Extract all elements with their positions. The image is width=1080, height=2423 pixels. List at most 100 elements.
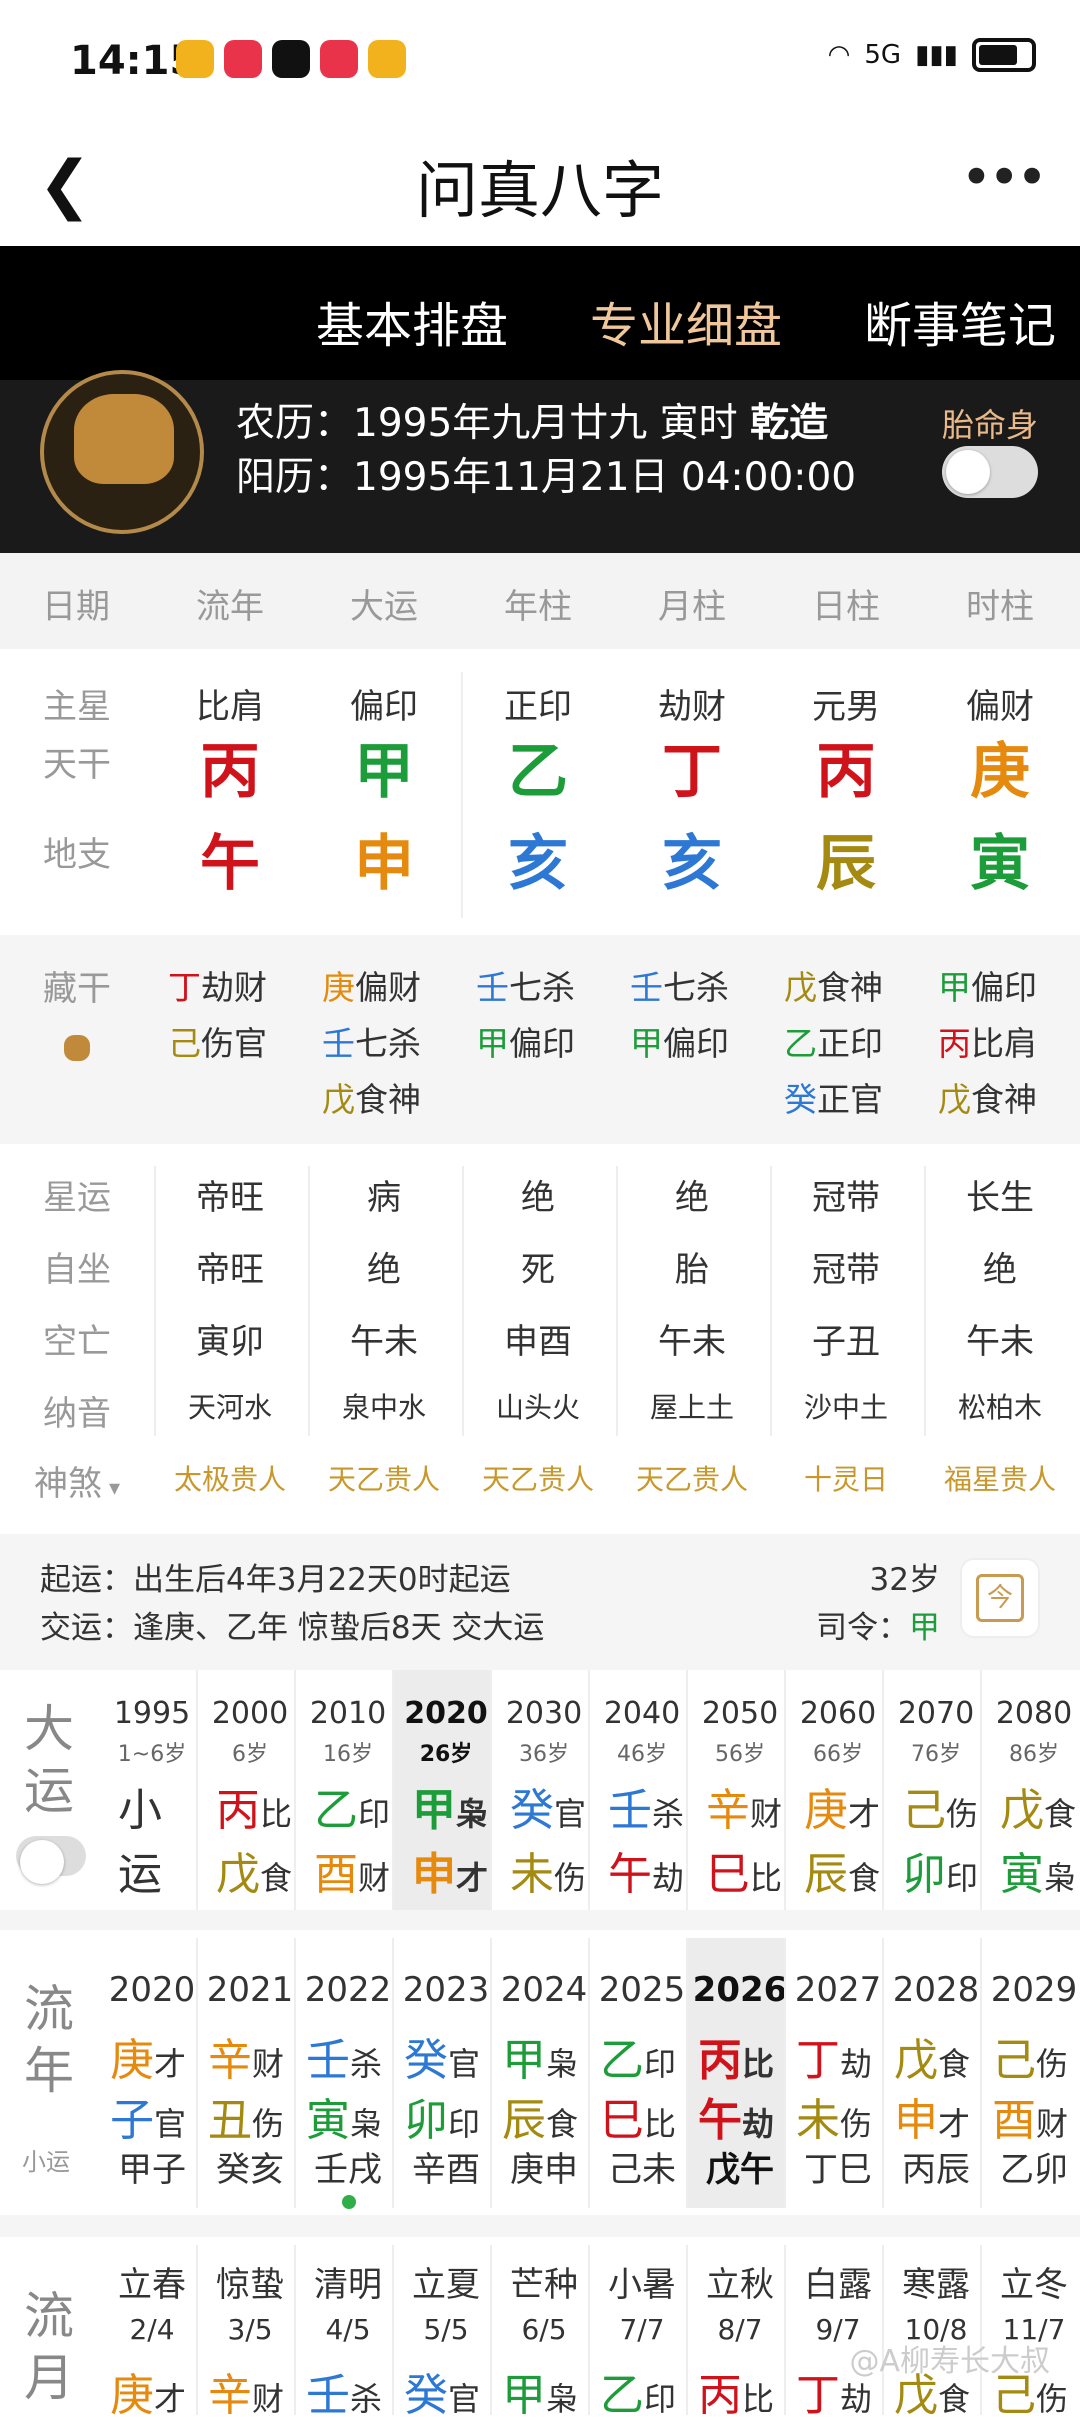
heavenly-stem[interactable]: 庚 xyxy=(923,723,1077,810)
heavenly-stem[interactable]: 甲 xyxy=(307,723,461,810)
dayun-year[interactable]: 2030 xyxy=(496,1696,592,1731)
dayun-ganzhi[interactable]: 卯印 xyxy=(902,1838,998,1902)
jieqi-name[interactable]: 立春 xyxy=(104,2257,200,2306)
liunian-ganzhi[interactable]: 乙印 xyxy=(600,2024,696,2088)
liunian-ganzhi[interactable]: 丑伤 xyxy=(208,2084,304,2148)
shensha-value[interactable]: 天乙贵人 xyxy=(307,1458,461,1498)
earthly-branch[interactable]: 寅 xyxy=(923,815,1077,902)
shensha-value[interactable]: 十灵日 xyxy=(769,1458,923,1498)
dayun-ganzhi[interactable]: 辰食 xyxy=(804,1838,900,1902)
liunian-year[interactable]: 2026 xyxy=(692,1970,788,2010)
jieqi-name[interactable]: 白露 xyxy=(790,2257,886,2306)
liuyue-ganzhi[interactable]: 甲枭 xyxy=(502,2359,598,2423)
expand-icon[interactable] xyxy=(64,1035,90,1061)
dayun-ganzhi[interactable]: 癸官 xyxy=(510,1774,606,1838)
dayun-ganzhi[interactable]: 酉财 xyxy=(314,1838,410,1902)
earthly-branch[interactable]: 亥 xyxy=(615,815,769,902)
liunian-ganzhi[interactable]: 壬杀 xyxy=(306,2024,402,2088)
liunian-ganzhi[interactable]: 未伤 xyxy=(796,2084,892,2148)
liunian-year[interactable]: 2022 xyxy=(300,1970,396,2010)
dayun-ganzhi[interactable]: 小 xyxy=(118,1774,214,1838)
liuyue-ganzhi[interactable]: 庚才 xyxy=(110,2359,206,2423)
jieqi-name[interactable]: 小暑 xyxy=(594,2257,690,2306)
jieqi-name[interactable]: 寒露 xyxy=(888,2257,984,2306)
liunian-ganzhi[interactable]: 辰食 xyxy=(502,2084,598,2148)
liuyue-ganzhi[interactable]: 辛财 xyxy=(208,2359,304,2423)
liunian-ganzhi[interactable]: 丁劫 xyxy=(796,2024,892,2088)
shensha-value[interactable]: 太极贵人 xyxy=(153,1458,307,1498)
shensha-value[interactable]: 天乙贵人 xyxy=(461,1458,615,1498)
jieqi-name[interactable]: 立夏 xyxy=(398,2257,494,2306)
liuyue-ganzhi[interactable]: 壬杀 xyxy=(306,2359,402,2423)
dayun-year[interactable]: 2000 xyxy=(202,1696,298,1731)
liunian-ganzhi[interactable]: 巳比 xyxy=(600,2084,696,2148)
dayun-ganzhi[interactable]: 辛财 xyxy=(706,1774,802,1838)
dayun-year[interactable]: 2010 xyxy=(300,1696,396,1731)
jieqi-name[interactable]: 芒种 xyxy=(496,2257,592,2306)
liuyue-ganzhi[interactable]: 乙印 xyxy=(600,2359,696,2423)
liunian-ganzhi[interactable]: 午劫 xyxy=(698,2084,794,2148)
dayun-year[interactable]: 2040 xyxy=(594,1696,690,1731)
liunian-year[interactable]: 2021 xyxy=(202,1970,298,2010)
shensha-value[interactable]: 福星贵人 xyxy=(923,1458,1077,1498)
dayun-ganzhi[interactable]: 申才 xyxy=(412,1838,508,1902)
liunian-ganzhi[interactable]: 戊食 xyxy=(894,2024,990,2088)
dayun-ganzhi[interactable]: 运 xyxy=(118,1838,214,1902)
jieqi-name[interactable]: 立冬 xyxy=(986,2257,1080,2306)
heavenly-stem[interactable]: 丁 xyxy=(615,723,769,810)
dayun-ganzhi[interactable]: 壬杀 xyxy=(608,1774,704,1838)
liunian-year[interactable]: 2027 xyxy=(790,1970,886,2010)
earthly-branch[interactable]: 申 xyxy=(307,815,461,902)
tab-basic[interactable]: 基本排盘 xyxy=(316,286,508,356)
liunian-ganzhi[interactable]: 庚才 xyxy=(110,2024,206,2088)
jieqi-name[interactable]: 立秋 xyxy=(692,2257,788,2306)
dayun-ganzhi[interactable]: 丙比 xyxy=(216,1774,312,1838)
dayun-ganzhi[interactable]: 巳比 xyxy=(706,1838,802,1902)
dayun-year[interactable]: 1995 xyxy=(104,1696,200,1731)
dayun-ganzhi[interactable]: 甲枭 xyxy=(412,1774,508,1838)
heavenly-stem[interactable]: 丙 xyxy=(769,723,923,810)
shensha-value[interactable]: 天乙贵人 xyxy=(615,1458,769,1498)
liunian-ganzhi[interactable]: 己伤 xyxy=(992,2024,1080,2088)
dayun-ganzhi[interactable]: 庚才 xyxy=(804,1774,900,1838)
liunian-year[interactable]: 2020 xyxy=(104,1970,200,2010)
dayun-year[interactable]: 2070 xyxy=(888,1696,984,1731)
dropdown-icon[interactable]: ▾ xyxy=(102,1476,120,1501)
dayun-ganzhi[interactable]: 己伤 xyxy=(902,1774,998,1838)
liunian-ganzhi[interactable]: 丙比 xyxy=(698,2024,794,2088)
dayun-ganzhi[interactable]: 戊食 xyxy=(216,1838,312,1902)
liunian-year[interactable]: 2023 xyxy=(398,1970,494,2010)
jieqi-name[interactable]: 惊蛰 xyxy=(202,2257,298,2306)
dayun-toggle[interactable] xyxy=(16,1836,86,1876)
liunian-year[interactable]: 2024 xyxy=(496,1970,592,2010)
tab-professional[interactable]: 专业细盘 xyxy=(590,286,782,356)
dayun-ganzhi[interactable]: 未伤 xyxy=(510,1838,606,1902)
heavenly-stem[interactable]: 丙 xyxy=(153,723,307,810)
earthly-branch[interactable]: 辰 xyxy=(769,815,923,902)
liunian-year[interactable]: 2025 xyxy=(594,1970,690,2010)
heavenly-stem[interactable]: 乙 xyxy=(461,723,615,810)
liunian-ganzhi[interactable]: 寅枭 xyxy=(306,2084,402,2148)
liuyue-ganzhi[interactable]: 丙比 xyxy=(698,2359,794,2423)
liunian-ganzhi[interactable]: 癸官 xyxy=(404,2024,500,2088)
tab-notes[interactable]: 断事笔记 xyxy=(864,286,1056,356)
earthly-branch[interactable]: 午 xyxy=(153,815,307,902)
jieqi-name[interactable]: 清明 xyxy=(300,2257,396,2306)
earthly-branch[interactable]: 亥 xyxy=(461,815,615,902)
liunian-ganzhi[interactable]: 甲枭 xyxy=(502,2024,598,2088)
liunian-ganzhi[interactable]: 辛财 xyxy=(208,2024,304,2088)
liunian-ganzhi[interactable]: 申才 xyxy=(894,2084,990,2148)
dayun-year[interactable]: 2060 xyxy=(790,1696,886,1731)
dayun-year[interactable]: 2050 xyxy=(692,1696,788,1731)
dayun-year[interactable]: 2020 xyxy=(398,1696,494,1731)
dayun-ganzhi[interactable]: 戊食 xyxy=(1000,1774,1080,1838)
dayun-year[interactable]: 2080 xyxy=(986,1696,1080,1731)
calendar-today-button[interactable]: 今 xyxy=(960,1558,1040,1638)
liuyue-ganzhi[interactable]: 癸官 xyxy=(404,2359,500,2423)
liunian-year[interactable]: 2028 xyxy=(888,1970,984,2010)
taiming-toggle[interactable] xyxy=(942,446,1038,498)
liunian-ganzhi[interactable]: 卯印 xyxy=(404,2084,500,2148)
dayun-ganzhi[interactable]: 寅枭 xyxy=(1000,1838,1080,1902)
liunian-year[interactable]: 2029 xyxy=(986,1970,1080,2010)
liunian-ganzhi[interactable]: 酉财 xyxy=(992,2084,1080,2148)
